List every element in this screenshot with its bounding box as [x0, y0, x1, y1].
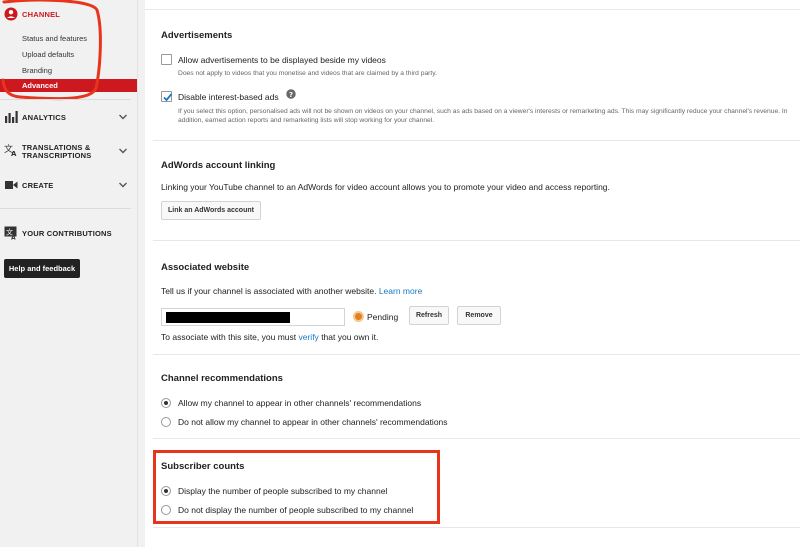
disallow-recommendations-radio[interactable] — [161, 417, 171, 427]
associated-website-title: Associated website — [161, 262, 250, 273]
website-url-input[interactable] — [161, 308, 345, 326]
disallow-recommendations-label: Do not allow my channel to appear in oth… — [178, 417, 448, 427]
contributions-translate-icon: 文 A — [4, 226, 17, 241]
associated-website-description: Tell us if your channel is associated wi… — [161, 286, 423, 296]
disable-interest-ads-checkbox[interactable] — [161, 91, 173, 102]
advertisements-title: Advertisements — [161, 30, 233, 41]
svg-text:A: A — [11, 150, 17, 157]
disable-interest-ads-label: Disable interest-based ads — [178, 92, 279, 102]
help-question-icon[interactable]: ? — [286, 89, 296, 99]
sidebar-contributions-label: YOUR CONTRIBUTIONS — [22, 229, 112, 238]
chevron-down-icon — [119, 182, 127, 188]
allow-ads-label: Allow advertisements to be displayed bes… — [178, 55, 386, 65]
link-adwords-button[interactable]: Link an AdWords account — [161, 201, 261, 220]
verify-link[interactable]: verify — [299, 332, 319, 342]
refresh-button[interactable]: Refresh — [409, 306, 449, 325]
verify-text: To associate with this site, you must ve… — [161, 332, 379, 342]
sidebar-create-label: CREATE — [22, 181, 54, 190]
pending-status-icon — [353, 311, 364, 322]
adwords-title: AdWords account linking — [161, 160, 276, 171]
svg-text:?: ? — [289, 91, 293, 99]
checkmark-icon — [163, 93, 173, 102]
help-feedback-button[interactable]: Help and feedback — [4, 259, 80, 278]
video-camera-icon — [5, 181, 18, 189]
allow-ads-note: Does not apply to videos that you moneti… — [178, 70, 437, 77]
channel-recommendations-title: Channel recommendations — [161, 373, 283, 384]
allow-recommendations-label: Allow my channel to appear in other chan… — [178, 398, 422, 408]
pending-status-label: Pending — [367, 312, 399, 322]
remove-button[interactable]: Remove — [457, 306, 501, 325]
allow-recommendations-radio[interactable] — [161, 398, 171, 408]
redacted-url — [166, 312, 290, 323]
sidebar-analytics-label: ANALYTICS — [22, 113, 67, 122]
svg-text:A: A — [11, 235, 16, 241]
translate-icon: 文 A — [4, 143, 17, 157]
sidebar-translations-label-2: TRANSCRIPTIONS — [22, 151, 92, 160]
learn-more-link[interactable]: Learn more — [379, 286, 422, 296]
annotation-circle — [1, 0, 102, 101]
chevron-down-icon — [119, 148, 127, 154]
chevron-down-icon — [119, 114, 127, 120]
disable-interest-ads-note: If you select this option, personalised … — [178, 108, 788, 124]
adwords-description: Linking your YouTube channel to an AdWor… — [161, 182, 610, 192]
annotation-highlight-box — [153, 450, 440, 524]
sidebar: CHANNEL Status and features Upload defau… — [0, 0, 138, 547]
allow-ads-checkbox[interactable] — [161, 54, 172, 65]
analytics-bars-icon — [5, 111, 18, 123]
